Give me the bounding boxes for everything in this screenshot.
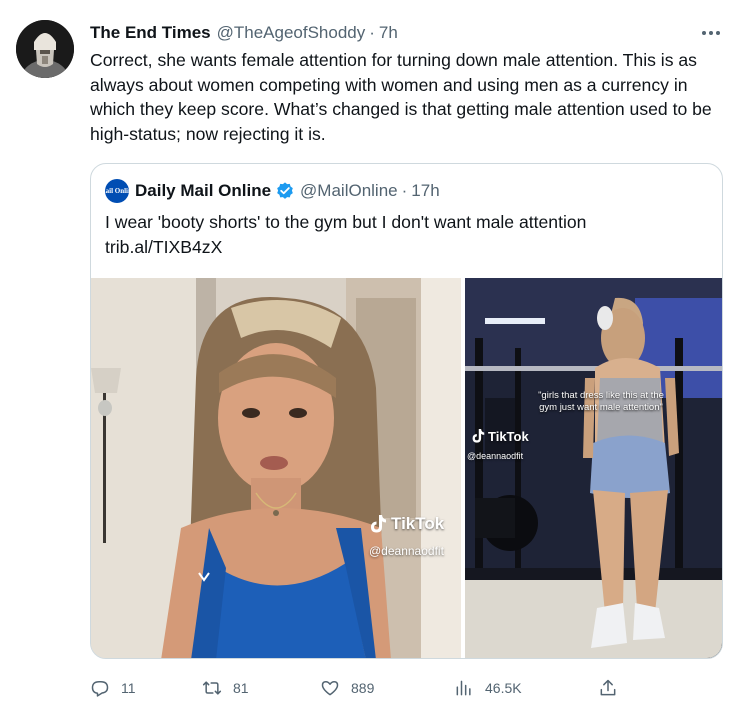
reply-button[interactable]: 11 — [90, 674, 136, 702]
tweet-text: Correct, she wants female attention for … — [90, 50, 712, 144]
tweet-time[interactable]: 7h — [379, 23, 398, 43]
quote-link[interactable]: trib.al/TIXB4zX — [105, 235, 705, 260]
quote-separator: · — [401, 181, 408, 200]
tiktok-user-left: @deannaodfit — [369, 544, 444, 558]
quoted-tweet[interactable]: Mail Online Daily Mail Online @MailOnlin… — [90, 163, 723, 659]
separator: · — [369, 23, 375, 42]
verified-badge-icon — [277, 182, 293, 199]
video-caption: "girls that dress like this at the gym j… — [538, 390, 664, 413]
quote-author-name[interactable]: Daily Mail Online — [135, 181, 271, 201]
retweet-button[interactable]: 81 — [202, 674, 249, 702]
tiktok-icon — [371, 515, 386, 533]
quote-header: Mail Online Daily Mail Online @MailOnlin… — [99, 179, 440, 203]
media-right-image[interactable]: "girls that dress like this at the gym j… — [465, 278, 722, 658]
quote-media[interactable]: TikTok @deannaodfit "girls that dress li… — [91, 278, 722, 658]
tiktok-user-right: @deannaodfit — [467, 451, 524, 461]
author-name[interactable]: The End Times — [90, 23, 211, 43]
gym-image — [465, 278, 722, 658]
reply-icon — [91, 681, 109, 697]
tweet[interactable]: The End Times @TheAgeofShoddy · 7h Corre… — [0, 0, 749, 715]
more-icon[interactable] — [696, 22, 726, 44]
tiktok-label-left: TikTok — [391, 514, 445, 533]
woman-portrait-image — [91, 278, 461, 658]
share-button[interactable] — [598, 674, 618, 702]
tiktok-icon — [472, 429, 485, 443]
avatar[interactable] — [16, 20, 74, 78]
tiktok-label-right: TikTok — [488, 428, 529, 444]
views-icon — [456, 680, 471, 696]
tweet-header: The End Times @TheAgeofShoddy · 7h — [90, 22, 398, 44]
tiktok-watermark-left: TikTok — [369, 514, 444, 534]
mail-online-logo: Mail Online — [99, 179, 135, 203]
share-icon — [600, 679, 616, 696]
author-handle[interactable]: @TheAgeofShoddy — [217, 23, 366, 43]
like-count: 889 — [351, 680, 375, 696]
quote-text: I wear 'booty shorts' to the gym but I d… — [105, 210, 705, 259]
heart-icon — [321, 681, 339, 696]
reply-count: 11 — [121, 680, 136, 696]
retweet-icon — [202, 681, 222, 695]
retweet-count: 81 — [233, 680, 249, 696]
tiktok-watermark-right: TikTok — [471, 428, 529, 444]
quote-author-handle[interactable]: @MailOnline — [300, 181, 398, 201]
quote-body: I wear 'booty shorts' to the gym but I d… — [105, 212, 587, 232]
media-left-image[interactable]: TikTok @deannaodfit — [91, 278, 461, 658]
like-button[interactable]: 889 — [320, 674, 374, 702]
action-bar: 11 81 889 46.5K — [90, 674, 730, 702]
views-button[interactable]: 46.5K — [454, 674, 522, 702]
avatar-image — [16, 20, 74, 78]
quote-time[interactable]: 17h — [411, 181, 439, 201]
view-count: 46.5K — [485, 680, 522, 696]
